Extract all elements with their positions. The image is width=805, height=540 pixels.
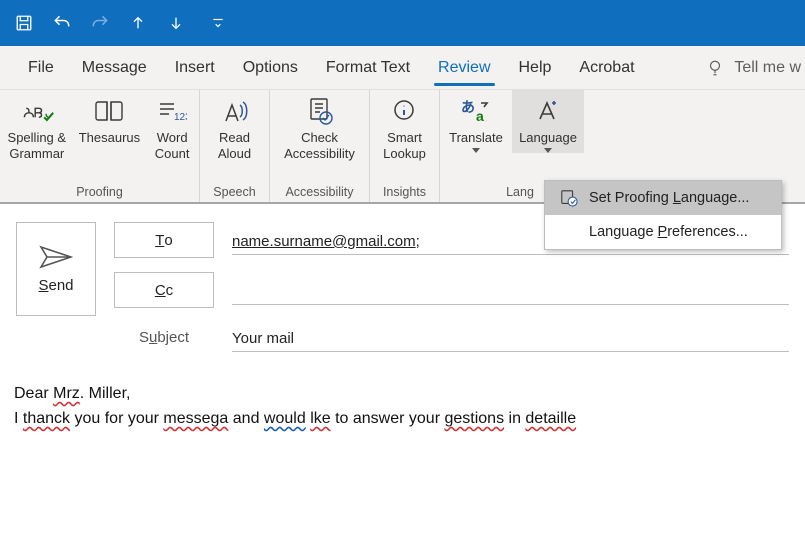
send-button[interactable]: Send [16,222,96,316]
undo-button[interactable] [50,11,74,35]
group-label-accessibility: Accessibility [270,183,369,202]
menu-item-label: Set Proofing Language... [589,190,749,206]
word-count-button[interactable]: 123 Word Count [145,90,199,161]
redo-button[interactable] [88,11,112,35]
translate-label: Translate [449,130,503,146]
subject-label: Subject [114,329,214,346]
thesaurus-label: Thesaurus [79,130,140,146]
language-icon [534,94,562,128]
thesaurus-button[interactable]: Thesaurus [74,90,146,146]
cc-button[interactable]: Cc [114,272,214,308]
spelling-grammar-button[interactable]: Spelling & Grammar [0,90,74,161]
previous-item-button[interactable] [126,11,150,35]
accessibility-icon [306,94,334,128]
to-button[interactable]: To [114,222,214,258]
tab-help[interactable]: Help [505,46,566,89]
quick-access-toolbar [0,0,805,46]
cc-field[interactable] [232,275,789,305]
tab-insert[interactable]: Insert [161,46,229,89]
spelling-icon [19,94,55,128]
subject-field[interactable]: Your mail [232,322,789,352]
language-button[interactable]: Language [512,90,584,153]
chevron-down-icon [472,148,480,153]
check-accessibility-line1: Check [301,130,338,146]
tab-acrobat[interactable]: Acrobat [565,46,648,89]
save-button[interactable] [12,11,36,35]
thesaurus-icon [94,94,124,128]
word-count-line2: Count [155,146,190,162]
language-label: Language [519,130,577,146]
send-label: Send [38,277,73,294]
spelling-line1: Spelling & [8,130,67,146]
body-line-2: I thanck you for your messega and would … [14,407,791,432]
ribbon: Spelling & Grammar Thesaurus 123 [0,90,805,204]
group-speech: Read Aloud Speech [200,90,270,202]
recipient-chip[interactable]: name.surname@gmail.com [232,233,416,250]
proofing-language-icon [559,189,579,207]
menu-item-label: Language Preferences... [589,224,748,240]
translate-icon: あ a [459,94,493,128]
tell-me-label: Tell me w [734,59,801,77]
group-insights: Smart Lookup Insights [370,90,440,202]
group-proofing: Spelling & Grammar Thesaurus 123 [0,90,200,202]
group-accessibility: Check Accessibility Accessibility [270,90,370,202]
svg-text:a: a [476,108,484,124]
tab-format-text[interactable]: Format Text [312,46,424,89]
chevron-down-icon [544,148,552,153]
read-aloud-line1: Read [219,130,250,146]
set-proofing-language-item[interactable]: Set Proofing Language... [545,181,781,215]
read-aloud-button[interactable]: Read Aloud [200,90,269,161]
next-item-button[interactable] [164,11,188,35]
ribbon-tabs: File Message Insert Options Format Text … [0,46,805,90]
customize-qat-button[interactable] [206,11,230,35]
smart-lookup-line1: Smart [387,130,422,146]
svg-text:123: 123 [174,112,187,123]
tell-me-search[interactable]: Tell me w [706,46,805,89]
svg-text:あ: あ [461,99,475,115]
read-aloud-icon [220,94,250,128]
language-preferences-item[interactable]: Language Preferences... [545,215,781,249]
word-count-line1: Word [157,130,188,146]
tab-options[interactable]: Options [229,46,312,89]
smart-lookup-line2: Lookup [383,146,426,162]
translate-button[interactable]: あ a Translate [440,90,512,153]
language-dropdown: Set Proofing Language... Language Prefer… [544,180,782,250]
tab-message[interactable]: Message [68,46,161,89]
read-aloud-line2: Aloud [218,146,251,162]
group-label-proofing: Proofing [0,183,199,202]
tab-file[interactable]: File [14,46,68,89]
tab-review[interactable]: Review [424,46,504,89]
smart-lookup-icon [391,94,419,128]
word-count-icon: 123 [157,94,187,128]
message-body[interactable]: Dear Mrz. Miller, I thanck you for your … [0,352,805,432]
group-label-speech: Speech [200,183,269,202]
smart-lookup-button[interactable]: Smart Lookup [370,90,439,161]
group-label-insights: Insights [370,183,439,202]
check-accessibility-button[interactable]: Check Accessibility [270,90,369,161]
spelling-line2: Grammar [9,146,64,162]
check-accessibility-line2: Accessibility [284,146,355,162]
body-line-1: Dear Mrz. Miller, [14,382,791,407]
